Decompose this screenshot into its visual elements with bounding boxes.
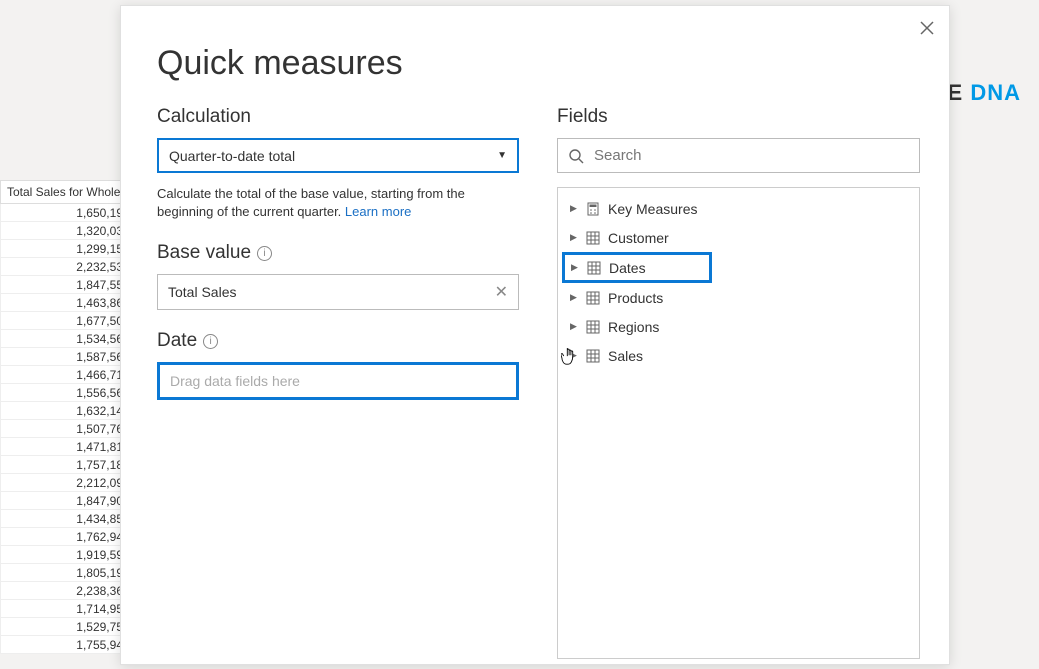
- expand-icon[interactable]: ▶: [570, 203, 578, 214]
- table-icon: [586, 231, 600, 245]
- bg-table-cell: 2,232,53: [0, 258, 130, 276]
- table-icon: [587, 261, 601, 275]
- close-icon: [920, 21, 934, 35]
- bg-table-cell: 1,632,14: [0, 402, 130, 420]
- bg-table-cell: 1,677,50: [0, 312, 130, 330]
- bg-table-cell: 1,320,03: [0, 222, 130, 240]
- bg-table-cell: 1,757,18: [0, 456, 130, 474]
- bg-table-cell: 1,466,71: [0, 366, 130, 384]
- calculation-dropdown[interactable]: Quarter-to-date total ▼: [157, 138, 519, 173]
- bg-table-cell: 1,463,86: [0, 294, 130, 312]
- bg-table-cell: 1,805,19: [0, 564, 130, 582]
- field-item-label: Regions: [608, 319, 659, 335]
- search-icon: [568, 148, 584, 164]
- bg-table-cell: 2,212,09: [0, 474, 130, 492]
- field-item-label: Key Measures: [608, 201, 697, 217]
- table-icon: [586, 349, 600, 363]
- date-placeholder: Drag data fields here: [170, 373, 300, 389]
- calculation-selected: Quarter-to-date total: [169, 148, 295, 164]
- bg-table-cell: 1,755,94: [0, 636, 130, 654]
- bg-table-cell: 1,847,90: [0, 492, 130, 510]
- field-item-customer[interactable]: ▶ Customer: [558, 223, 919, 252]
- fields-search[interactable]: [557, 138, 920, 173]
- bg-table-cell: 1,714,95: [0, 600, 130, 618]
- bg-table-cell: 1,847,55: [0, 276, 130, 294]
- date-dropzone[interactable]: Drag data fields here: [157, 362, 519, 400]
- fields-tree: ▶ Key Measures ▶ Customer ▶ Dates ▶ Products ▶ Re…: [557, 187, 920, 659]
- bg-table-cell: 1,650,19: [0, 204, 130, 222]
- bg-table-cell: 1,507,76: [0, 420, 130, 438]
- background-table: Total Sales for Whole 1,650,191,320,031,…: [0, 180, 130, 654]
- field-item-label: Products: [608, 290, 663, 306]
- expand-icon[interactable]: ▶: [570, 232, 578, 243]
- bg-table-cell: 1,587,56: [0, 348, 130, 366]
- fields-label: Fields: [557, 106, 920, 128]
- bg-table-cell: 1,556,56: [0, 384, 130, 402]
- field-item-key-measures[interactable]: ▶ Key Measures: [558, 194, 919, 223]
- info-icon[interactable]: i: [203, 334, 218, 349]
- field-item-label: Dates: [609, 260, 646, 276]
- bg-table-header: Total Sales for Whole: [0, 180, 130, 204]
- base-value-chip: Total Sales: [168, 284, 236, 300]
- info-icon[interactable]: i: [257, 246, 272, 261]
- chevron-down-icon: ▼: [497, 150, 507, 161]
- date-label: Date i: [157, 330, 519, 352]
- search-input[interactable]: [594, 147, 909, 164]
- bg-table-cell: 1,434,85: [0, 510, 130, 528]
- brand-dna: DNA: [963, 80, 1021, 105]
- field-item-label: Customer: [608, 230, 669, 246]
- expand-icon[interactable]: ▶: [570, 350, 578, 361]
- bg-table-cell: 1,299,15: [0, 240, 130, 258]
- calculator-icon: [586, 202, 600, 216]
- base-value-label: Base value i: [157, 242, 519, 264]
- field-item-products[interactable]: ▶ Products: [558, 283, 919, 312]
- calculation-label: Calculation: [157, 106, 519, 128]
- field-item-dates[interactable]: ▶ Dates: [562, 252, 712, 283]
- field-item-regions[interactable]: ▶ Regions: [558, 312, 919, 341]
- calculation-help-text: Calculate the total of the base value, s…: [157, 185, 519, 220]
- base-value-label-text: Base value: [157, 242, 251, 264]
- expand-icon[interactable]: ▶: [570, 292, 578, 303]
- expand-icon[interactable]: ▶: [571, 262, 579, 273]
- dialog-title: Quick measures: [157, 44, 403, 83]
- clear-base-value-icon[interactable]: ✕: [495, 282, 508, 302]
- field-item-sales[interactable]: ▶ Sales: [558, 341, 919, 370]
- bg-table-cell: 1,919,59: [0, 546, 130, 564]
- bg-table-cell: 2,238,36: [0, 582, 130, 600]
- bg-table-cell: 1,529,75: [0, 618, 130, 636]
- bg-table-cell: 1,471,81: [0, 438, 130, 456]
- bg-table-cell: 1,762,94: [0, 528, 130, 546]
- field-item-label: Sales: [608, 348, 643, 364]
- base-value-field[interactable]: Total Sales ✕: [157, 274, 519, 310]
- help-text-body: Calculate the total of the base value, s…: [157, 186, 465, 219]
- close-button[interactable]: [915, 16, 939, 40]
- date-label-text: Date: [157, 330, 197, 352]
- quick-measures-dialog: Quick measures Calculation Quarter-to-da…: [120, 5, 950, 665]
- bg-table-cell: 1,534,56: [0, 330, 130, 348]
- expand-icon[interactable]: ▶: [570, 321, 578, 332]
- learn-more-link[interactable]: Learn more: [345, 204, 411, 219]
- table-icon: [586, 291, 600, 305]
- table-icon: [586, 320, 600, 334]
